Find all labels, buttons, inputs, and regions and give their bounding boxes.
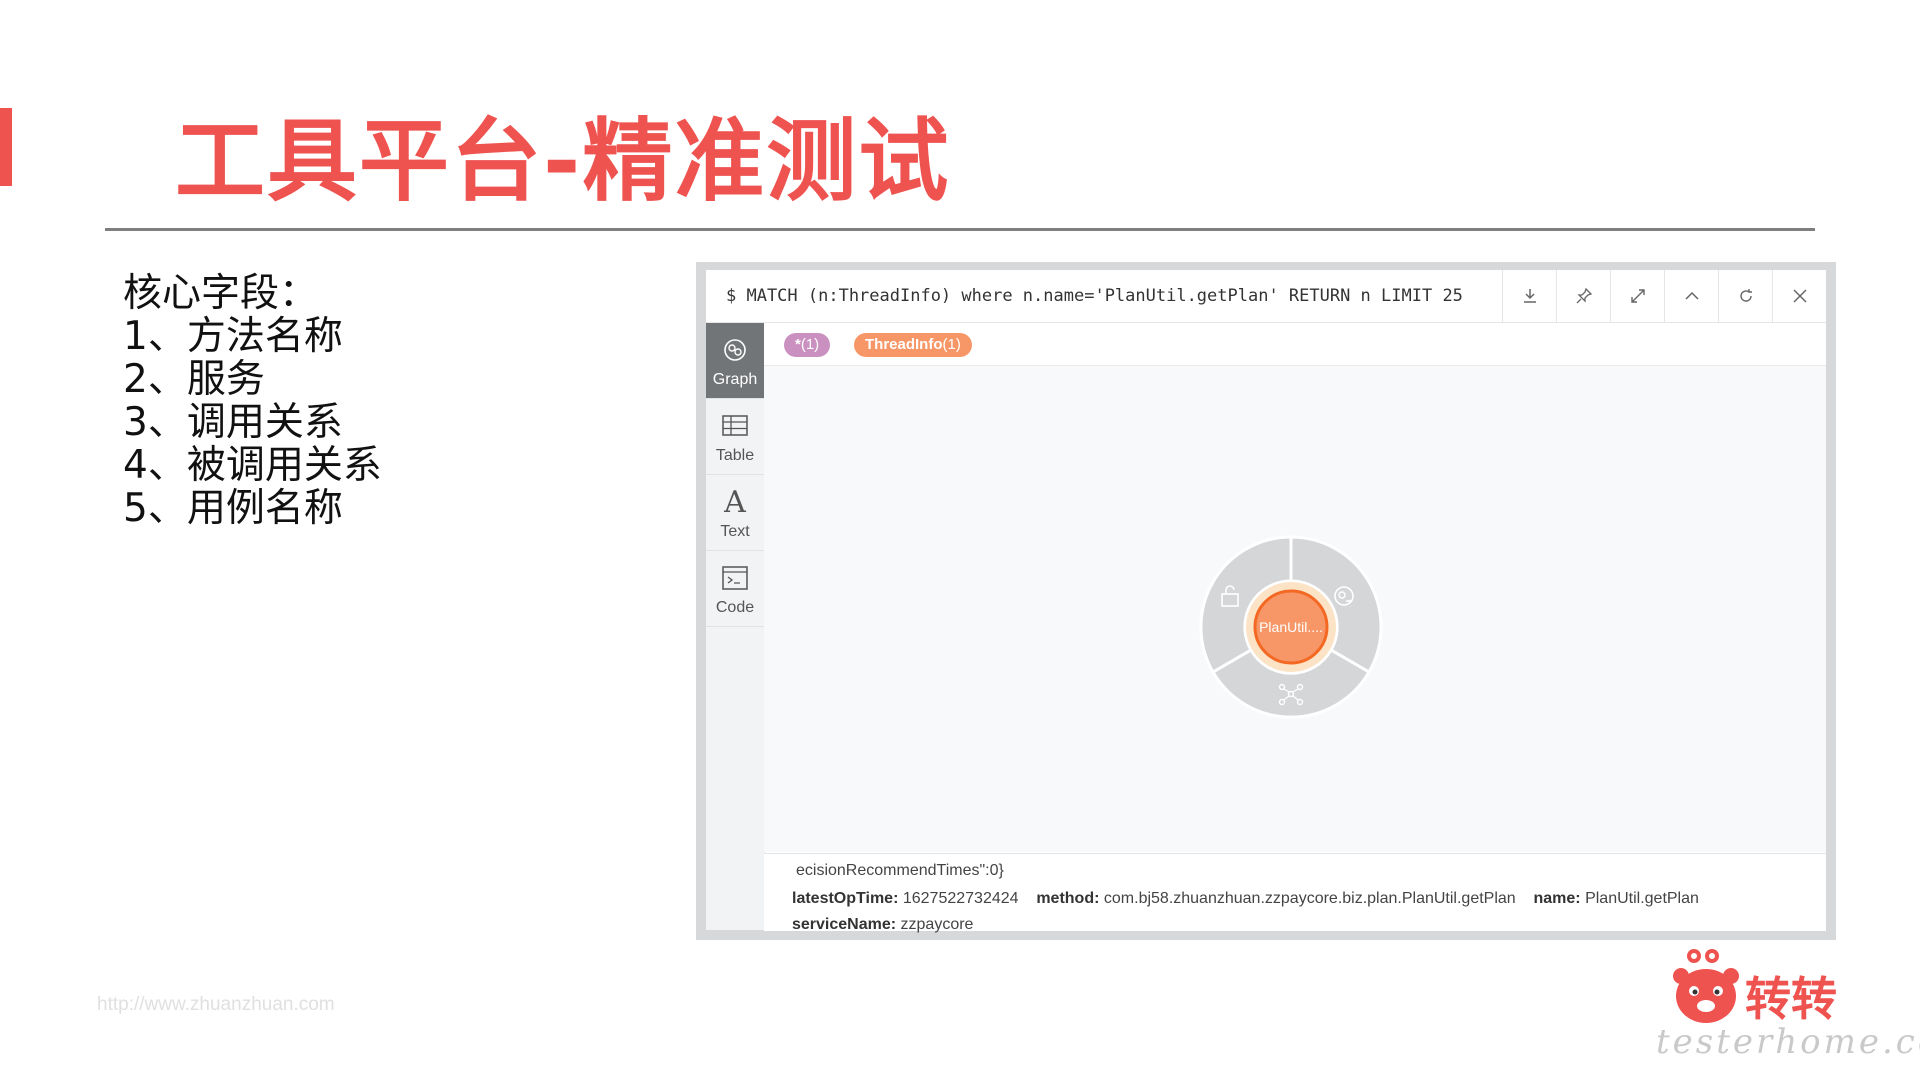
- list-item: 3、调用关系: [123, 400, 343, 445]
- fullscreen-button[interactable]: [1610, 270, 1664, 322]
- label-pill-all[interactable]: *(1): [784, 333, 831, 357]
- list-item: 2、服务: [123, 357, 265, 402]
- expand-icon: [1630, 289, 1645, 303]
- tab-table[interactable]: Table: [706, 399, 764, 475]
- tab-text-label: Text: [720, 523, 750, 540]
- prop-value: com.bj58.zhuanzhuan.zzpaycore.biz.plan.P…: [1103, 890, 1516, 907]
- testerhome-watermark: testerhome.com: [1656, 1022, 1920, 1062]
- tab-table-label: Table: [715, 447, 755, 464]
- download-button[interactable]: [1502, 270, 1556, 322]
- node-ring-menu: PlanUtil....: [1199, 535, 1383, 719]
- pill-text: ThreadInfo: [865, 336, 943, 353]
- brand-logo-text: 转转: [1745, 972, 1837, 1026]
- rerun-button[interactable]: [1718, 270, 1772, 322]
- refresh-icon: [1739, 289, 1752, 302]
- pill-count: (1): [942, 336, 961, 353]
- list-item: 1、方法名称: [123, 314, 343, 359]
- prop-value: 1627522732424: [902, 890, 1019, 907]
- prop-value: PlanUtil.getPlan: [1585, 890, 1699, 907]
- graph-icon: [724, 339, 746, 361]
- tab-graph-label: Graph: [712, 371, 758, 388]
- prop-key: name:: [1533, 890, 1581, 907]
- collapse-icon: [1684, 291, 1699, 300]
- query-text[interactable]: $ MATCH (n:ThreadInfo) where n.name='Pla…: [726, 286, 1463, 306]
- label-pill-threadinfo[interactable]: ThreadInfo(1): [854, 333, 972, 357]
- code-icon: [722, 566, 748, 590]
- tab-code-label: Code: [715, 599, 755, 616]
- text-icon: A: [724, 484, 746, 520]
- list-item: 4、被调用关系: [123, 443, 382, 488]
- node-caption: PlanUtil....: [1259, 619, 1323, 635]
- collapse-button[interactable]: [1664, 270, 1718, 322]
- node-properties-panel: ecisionRecommendTimes":0} latestOpTime: …: [764, 853, 1826, 934]
- pin-icon: [1576, 287, 1592, 304]
- prop-key: latestOpTime:: [792, 890, 899, 907]
- prop-value: zzpaycore: [900, 916, 974, 933]
- footer-url: http://www.zhuanzhuan.com: [97, 994, 335, 1015]
- property-row: serviceName: zzpaycore: [792, 916, 973, 934]
- pin-button[interactable]: [1556, 270, 1610, 322]
- tab-graph[interactable]: Graph: [706, 323, 764, 399]
- list-item: 5、用例名称: [123, 486, 343, 531]
- pill-count: (1): [800, 336, 820, 353]
- download-icon: [1523, 289, 1536, 303]
- core-field-list: 核心字段： 1、方法名称 2、服务 3、调用关系 4、被调用关系 5、用例名称: [123, 272, 382, 530]
- view-sidebar: Graph Table A Text Code: [706, 323, 765, 930]
- zhuanzhuan-mascot-logo: [1673, 949, 1739, 1023]
- close-icon: [1792, 289, 1807, 303]
- label-filter-bar: *(1) ThreadInfo(1): [764, 323, 1826, 366]
- result-frame-inner: $ MATCH (n:ThreadInfo) where n.name='Pla…: [706, 270, 1826, 934]
- prop-key: serviceName:: [792, 916, 897, 933]
- slide-title: 工具平台-精准测试: [175, 109, 951, 214]
- list-heading: 核心字段：: [123, 271, 319, 316]
- tab-code[interactable]: Code: [706, 551, 764, 627]
- accent-bar: [0, 108, 12, 186]
- table-icon: [722, 415, 748, 436]
- title-divider: [105, 228, 1815, 231]
- prop-key: method:: [1036, 890, 1100, 907]
- tab-text[interactable]: A Text: [706, 475, 764, 551]
- property-overflow-text: ecisionRecommendTimes":0}: [796, 862, 1004, 879]
- neo4j-result-frame: $ MATCH (n:ThreadInfo) where n.name='Pla…: [696, 262, 1836, 940]
- property-row: latestOpTime: 1627522732424 method: com.…: [792, 890, 1699, 908]
- close-button[interactable]: [1772, 270, 1826, 322]
- graph-canvas[interactable]: PlanUtil....: [764, 366, 1826, 852]
- command-bar: $ MATCH (n:ThreadInfo) where n.name='Pla…: [706, 270, 1826, 323]
